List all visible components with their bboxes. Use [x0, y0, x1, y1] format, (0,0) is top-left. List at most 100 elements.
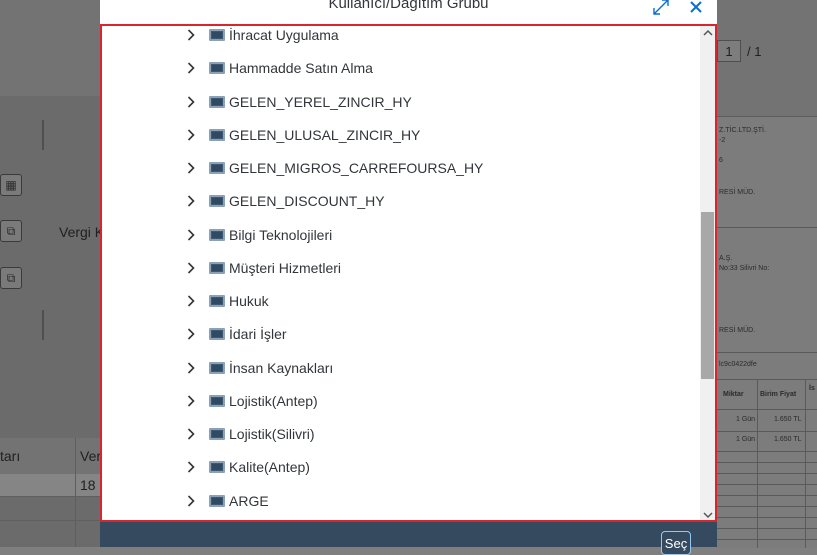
pager-current-page: 1: [717, 40, 741, 62]
doc-table-cell: 1.650 TL: [774, 436, 802, 443]
group-node-icon: [209, 494, 225, 507]
tree-item[interactable]: İhracat Uygulama: [102, 26, 700, 51]
doc-rule: [717, 528, 817, 529]
chevron-right-icon[interactable]: [184, 394, 198, 408]
group-node-icon: [209, 95, 225, 108]
tree-item-label: Lojistik(Silivri): [229, 426, 315, 442]
background-field-label: Vergi K: [59, 224, 105, 240]
doc-rule: [717, 462, 817, 463]
doc-table-header: Miktar: [723, 391, 744, 398]
chevron-right-icon[interactable]: [184, 95, 198, 109]
tree-item[interactable]: Hammadde Satın Alma: [102, 52, 700, 84]
tree-item-label: İdari İşler: [229, 326, 287, 343]
doc-rule: [717, 539, 817, 540]
scrollbar-thumb[interactable]: [701, 212, 714, 379]
doc-column-divider: [757, 379, 758, 548]
chevron-right-icon[interactable]: [184, 327, 198, 341]
doc-text: A.Ş.: [719, 255, 733, 262]
pager-total: / 1: [747, 43, 762, 59]
doc-table-header: Birim Fiyat: [760, 391, 797, 398]
background-column-header: Ver: [80, 448, 102, 464]
chevron-right-icon[interactable]: [184, 194, 198, 208]
chevron-right-icon[interactable]: [184, 427, 198, 441]
chevron-right-icon[interactable]: [184, 161, 198, 175]
tree-item[interactable]: GELEN_ULUSAL_ZINCIR_HY: [102, 119, 700, 151]
tree-item[interactable]: GELEN_DISCOUNT_HY: [102, 185, 700, 217]
tree-item-label: GELEN_MIGROS_CARREFOURSA_HY: [229, 160, 484, 176]
chevron-right-icon[interactable]: [184, 361, 198, 375]
tree-item[interactable]: İnsan Kaynakları: [102, 352, 700, 384]
background-cell-value: 18: [80, 477, 96, 493]
background-separator: [42, 310, 44, 340]
doc-table-cell: 1 Gün: [736, 416, 756, 423]
background-column-divider: [75, 438, 76, 547]
background-column-header: tarı: [0, 448, 21, 464]
doc-text: 6: [719, 157, 723, 164]
group-node-icon: [209, 428, 225, 440]
chevron-right-icon[interactable]: [184, 128, 198, 142]
chevron-right-icon[interactable]: [184, 228, 198, 242]
tree-item-label: ARGE: [229, 492, 269, 509]
group-node-icon: [209, 261, 225, 274]
calendar-icon: ▦: [0, 174, 22, 196]
tree-item-label: İnsan Kaynakları: [229, 359, 334, 376]
scroll-down-icon[interactable]: [700, 508, 715, 520]
dialog-header: Kullanıcı/Dağıtım Grubu: [100, 0, 717, 22]
dialog-title: Kullanıcı/Dağıtım Grubu: [328, 0, 489, 12]
tree-item[interactable]: ARGE: [102, 485, 700, 517]
select-button[interactable]: Seç: [661, 531, 691, 555]
doc-rule: [717, 473, 817, 474]
chevron-right-icon[interactable]: [184, 28, 198, 42]
tree-item-label: Hukuk: [229, 293, 269, 309]
chevron-right-icon[interactable]: [184, 494, 198, 508]
doc-rule: [717, 517, 817, 518]
tree-item[interactable]: GELEN_MIGROS_CARREFOURSA_HY: [102, 152, 700, 184]
doc-text: No:33 Silivri No:: [719, 265, 770, 272]
group-node-icon: [209, 295, 225, 307]
chevron-right-icon[interactable]: [184, 460, 198, 474]
resize-icon[interactable]: [650, 0, 672, 18]
scroll-up-icon[interactable]: [700, 26, 715, 40]
doc-text: RESİ MÜD.: [719, 327, 756, 334]
tree-item[interactable]: Lojistik(Silivri): [102, 418, 700, 450]
value-help-icon: ⧉: [0, 220, 22, 242]
tree-item-label: Hammadde Satın Alma: [229, 60, 373, 77]
doc-rule: [717, 379, 817, 380]
background-row-divider: [0, 520, 100, 521]
tree-item-label: Lojistik(Antep): [229, 392, 318, 409]
tree-item-label: GELEN_DISCOUNT_HY: [229, 193, 385, 210]
vertical-scrollbar[interactable]: [700, 26, 715, 520]
tree-item[interactable]: Müşteri Hizmetleri: [102, 252, 700, 284]
group-node-icon: [209, 62, 225, 75]
doc-rule: [717, 506, 817, 507]
tree-item[interactable]: Bilgi Teknolojileri: [102, 219, 700, 251]
doc-table-cell: 1.650 TL: [774, 416, 802, 423]
tree-item[interactable]: Lojistik(Antep): [102, 385, 700, 417]
value-help-icon: ⧉: [0, 267, 22, 289]
group-tree-list: İhracat Uygulama Hammadde Satın Alma GELEN…: [100, 24, 717, 522]
doc-rule: [717, 484, 817, 485]
background-separator: [42, 120, 44, 150]
doc-table-cell: 1 Gün: [736, 436, 756, 443]
background-pager: 1 / 1: [717, 38, 761, 64]
doc-rule: [717, 431, 817, 432]
tree-item[interactable]: Hukuk: [102, 285, 700, 317]
tree-item-label: Kalite(Antep): [229, 459, 310, 476]
chevron-right-icon[interactable]: [184, 294, 198, 308]
doc-rule: [717, 451, 817, 452]
chevron-right-icon[interactable]: [184, 261, 198, 275]
tree-item[interactable]: İdari İşler: [102, 318, 700, 350]
doc-rule: [717, 227, 817, 228]
group-node-icon: [209, 328, 225, 341]
background-document-preview: Z.TİC.LTD.ŞTİ. -2 6 RESİ MÜD. A.Ş. No:33…: [717, 116, 817, 548]
dialog-footer: Seç: [100, 522, 717, 555]
tree-item[interactable]: Kalite(Antep): [102, 451, 700, 483]
tree-item[interactable]: GELEN_YEREL_ZINCIR_HY: [102, 86, 700, 118]
close-icon[interactable]: [685, 0, 707, 18]
chevron-right-icon[interactable]: [184, 61, 198, 75]
doc-text: RESİ MÜD.: [719, 189, 756, 196]
group-node-icon: [209, 361, 225, 374]
group-node-icon: [209, 128, 225, 141]
group-node-icon: [209, 394, 225, 407]
tree-item-label: Bilgi Teknolojileri: [229, 226, 333, 243]
